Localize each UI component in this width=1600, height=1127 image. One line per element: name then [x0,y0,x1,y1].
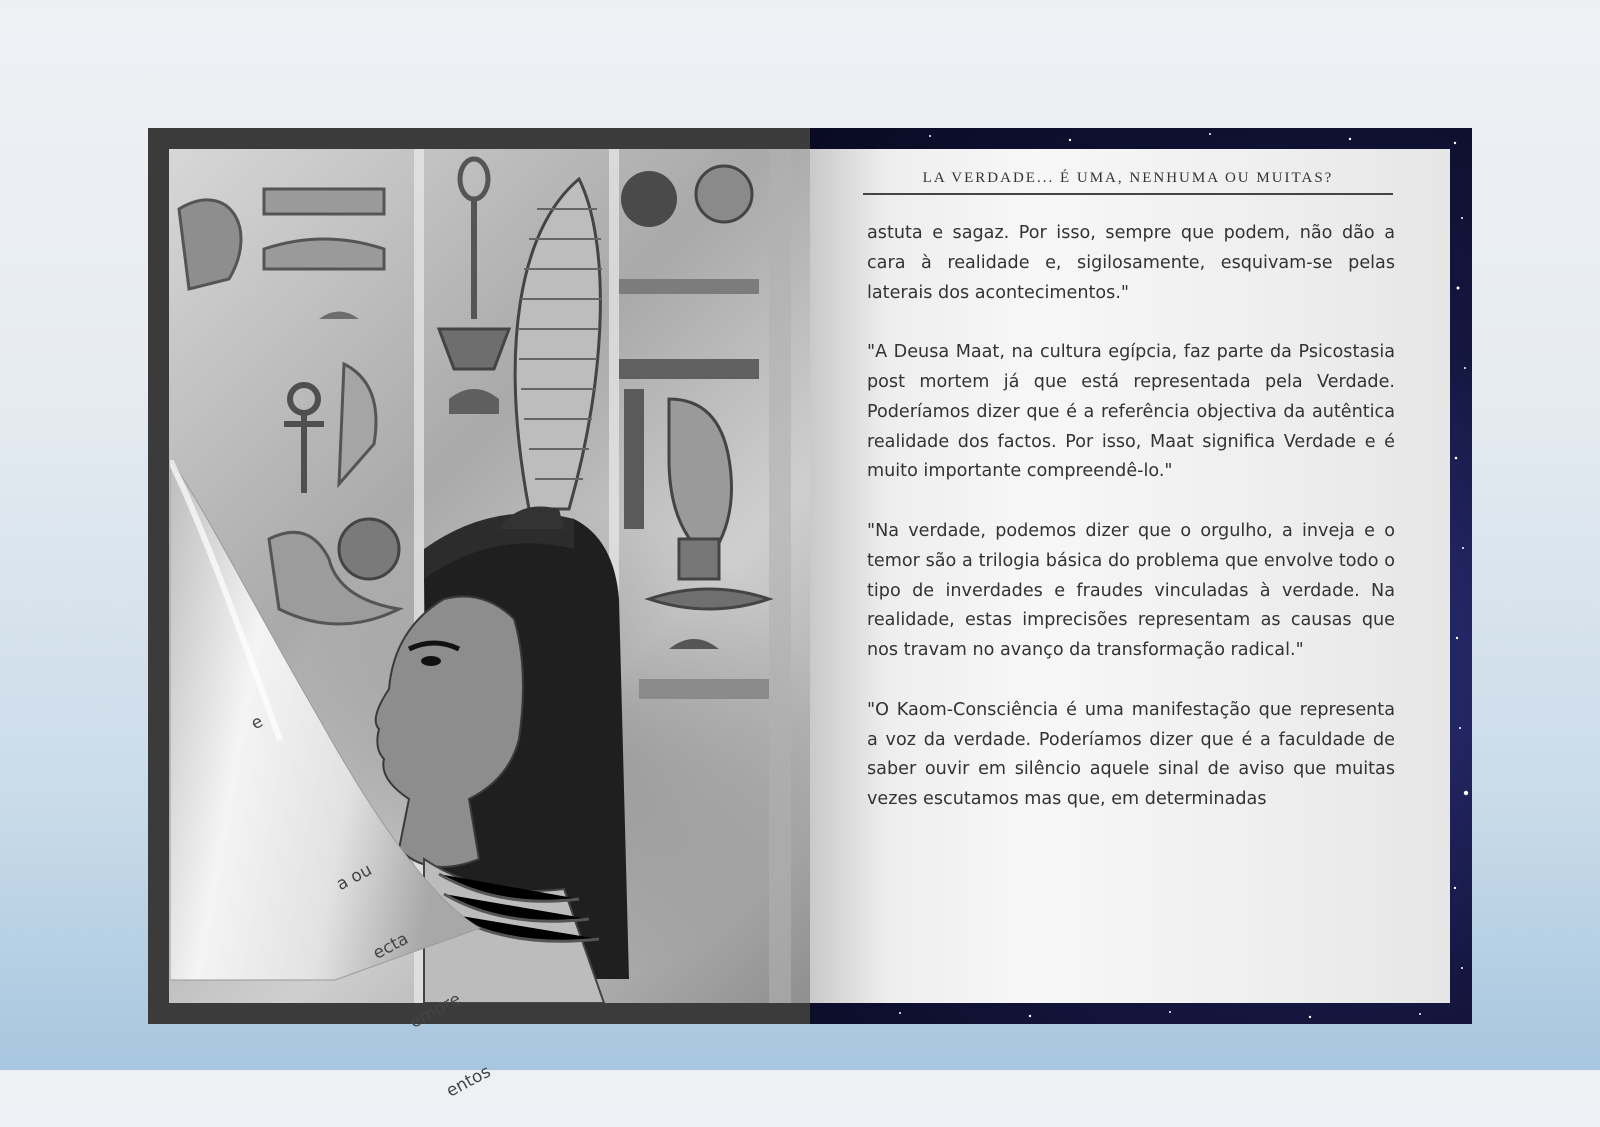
paragraph: "O Kaom-Consciência é uma manifestação q… [867,699,1395,810]
right-page: LA VERDADE... É UMA, NENHUMA OU MUITAS? … [810,128,1472,1024]
text-page: LA VERDADE... É UMA, NENHUMA OU MUITAS? … [810,149,1450,1003]
paragraph: astuta e sagaz. Por isso, sempre que pod… [867,223,1395,303]
running-head: LA VERDADE... É UMA, NENHUMA OU MUITAS? [863,165,1393,195]
paragraph: "A Deusa Maat, na cultura egípcia, faz p… [867,342,1395,482]
paragraph: "Na verdade, podemos dizer que o orgulho… [867,520,1395,661]
page-body-text: astuta e sagaz. Por isso, sempre que pod… [867,219,1395,845]
